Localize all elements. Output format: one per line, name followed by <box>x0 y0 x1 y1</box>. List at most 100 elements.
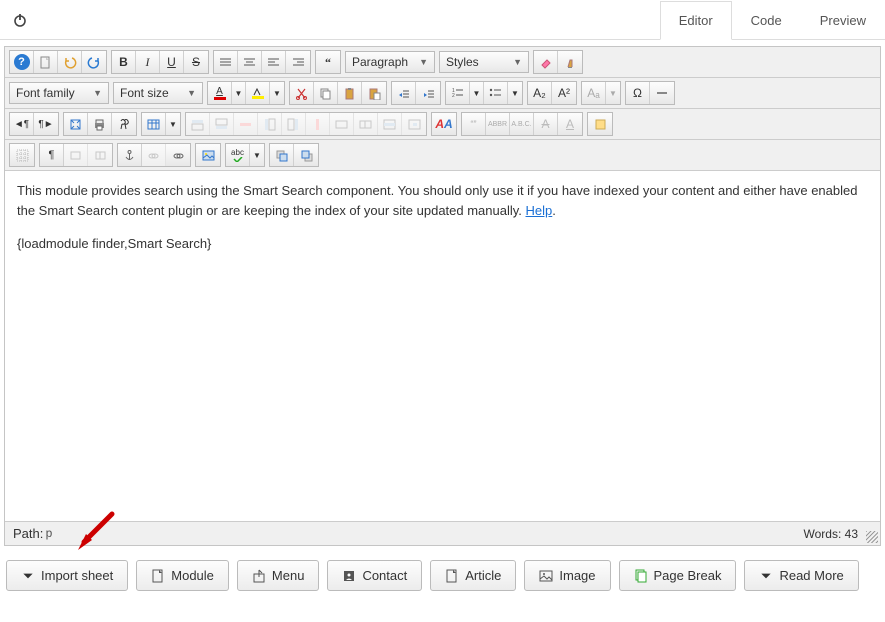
forecolor-icon[interactable]: A <box>208 82 232 104</box>
underline-icon[interactable]: U <box>160 51 184 73</box>
textcase-icon[interactable]: Aₐ <box>582 82 606 104</box>
help-link[interactable]: Help <box>526 203 553 218</box>
split-cells-icon[interactable] <box>354 113 378 135</box>
image-icon[interactable] <box>196 144 220 166</box>
contact-button[interactable]: Contact <box>327 560 422 591</box>
subscript-icon[interactable]: A₂ <box>528 82 552 104</box>
cite-icon[interactable]: “” <box>462 113 486 135</box>
attribs-icon[interactable] <box>588 113 612 135</box>
fullscreen-icon[interactable] <box>64 113 88 135</box>
content-paragraph-1: This module provides search using the Sm… <box>17 181 868 220</box>
undo-icon[interactable] <box>58 51 82 73</box>
numlist-dropdown-icon[interactable]: ▼ <box>470 82 484 104</box>
import-sheet-button[interactable]: Import sheet <box>6 560 128 591</box>
ins-icon[interactable]: A <box>558 113 582 135</box>
bottom-buttons: Import sheet Module Menu Contact Article… <box>0 546 885 605</box>
hr-icon[interactable] <box>650 82 674 104</box>
superscript-icon[interactable]: A² <box>552 82 576 104</box>
copy-icon[interactable] <box>314 82 338 104</box>
format-select[interactable]: Paragraph▼ <box>345 51 435 73</box>
tab-editor[interactable]: Editor <box>660 1 732 40</box>
charmap-icon[interactable]: Ω <box>626 82 650 104</box>
print-icon[interactable] <box>88 113 112 135</box>
power-icon[interactable] <box>0 0 40 40</box>
rtl-icon[interactable]: ¶► <box>34 113 58 135</box>
col-before-icon[interactable] <box>258 113 282 135</box>
search-icon[interactable] <box>112 113 136 135</box>
merge-cells-icon[interactable] <box>330 113 354 135</box>
forecolor-dropdown-icon[interactable]: ▼ <box>232 82 246 104</box>
bullist-icon[interactable] <box>484 82 508 104</box>
read-more-button[interactable]: Read More <box>744 560 858 591</box>
visualchars-icon[interactable] <box>88 144 112 166</box>
numlist-icon[interactable]: 12 <box>446 82 470 104</box>
tab-code[interactable]: Code <box>732 0 801 39</box>
backcolor-dropdown-icon[interactable]: ▼ <box>270 82 284 104</box>
show-blocks-icon[interactable]: ¶ <box>40 144 64 166</box>
redo-icon[interactable] <box>82 51 106 73</box>
table-icon[interactable] <box>142 113 166 135</box>
paste-icon[interactable] <box>338 82 362 104</box>
style-letter-icon[interactable]: AA <box>432 113 456 135</box>
layer-front-icon[interactable] <box>294 144 318 166</box>
backcolor-icon[interactable] <box>246 82 270 104</box>
image-button[interactable]: Image <box>524 560 610 591</box>
textcase-dropdown-icon[interactable]: ▼ <box>606 82 620 104</box>
editor-content[interactable]: This module provides search using the Sm… <box>5 171 880 521</box>
align-center-icon[interactable] <box>238 51 262 73</box>
styles-select[interactable]: Styles▼ <box>439 51 529 73</box>
acronym-icon[interactable]: A.B.C. <box>510 113 534 135</box>
strike-icon[interactable]: S <box>184 51 208 73</box>
cut-icon[interactable] <box>290 82 314 104</box>
outdent-icon[interactable] <box>392 82 416 104</box>
ltr-icon[interactable]: ◄¶ <box>10 113 34 135</box>
cell-props-icon[interactable] <box>402 113 426 135</box>
chevron-down-icon <box>21 569 35 583</box>
newdoc-icon[interactable] <box>34 51 58 73</box>
link-icon[interactable] <box>166 144 190 166</box>
fontsize-select[interactable]: Font size▼ <box>113 82 203 104</box>
eraser-icon[interactable] <box>534 51 558 73</box>
anchor-icon[interactable] <box>118 144 142 166</box>
tab-preview[interactable]: Preview <box>801 0 885 39</box>
row-after-icon[interactable] <box>210 113 234 135</box>
italic-icon[interactable]: I <box>136 51 160 73</box>
bold-icon[interactable]: B <box>112 51 136 73</box>
abbr-icon[interactable]: ABBR <box>486 113 510 135</box>
layer-back-icon[interactable] <box>270 144 294 166</box>
row-delete-icon[interactable] <box>234 113 258 135</box>
col-after-icon[interactable] <box>282 113 306 135</box>
unlink-icon[interactable] <box>142 144 166 166</box>
align-left-icon[interactable] <box>262 51 286 73</box>
image-icon <box>539 569 553 583</box>
toolbar-row-3: ◄¶ ¶► ▼ AA “” ABBR <box>5 109 880 140</box>
spellcheck-icon[interactable]: abc <box>226 144 250 166</box>
cleanup-icon[interactable] <box>558 51 582 73</box>
status-bar: Path: p Words: 43 <box>5 521 880 545</box>
article-button[interactable]: Article <box>430 560 516 591</box>
share-icon <box>252 569 266 583</box>
del-icon[interactable]: A <box>534 113 558 135</box>
path-value[interactable]: p <box>45 527 52 541</box>
nonbreaking-icon[interactable] <box>64 144 88 166</box>
blockquote-icon[interactable]: “ <box>316 51 340 73</box>
indent-icon[interactable] <box>416 82 440 104</box>
visualaid-icon[interactable] <box>10 144 34 166</box>
row-props-icon[interactable] <box>378 113 402 135</box>
page-break-button[interactable]: Page Break <box>619 560 737 591</box>
align-right-icon[interactable] <box>286 51 310 73</box>
help-icon[interactable]: ? <box>10 51 34 73</box>
module-button[interactable]: Module <box>136 560 229 591</box>
menu-button[interactable]: Menu <box>237 560 320 591</box>
file-icon <box>151 569 165 583</box>
col-delete-icon[interactable] <box>306 113 330 135</box>
paste-text-icon[interactable] <box>362 82 386 104</box>
bullist-dropdown-icon[interactable]: ▼ <box>508 82 522 104</box>
spellcheck-dropdown-icon[interactable]: ▼ <box>250 144 264 166</box>
resize-grip-icon[interactable] <box>866 531 878 543</box>
table-dropdown-icon[interactable]: ▼ <box>166 113 180 135</box>
fontfamily-select[interactable]: Font family▼ <box>9 82 109 104</box>
align-justify-icon[interactable] <box>214 51 238 73</box>
content-paragraph-2: {loadmodule finder,Smart Search} <box>17 234 868 254</box>
row-before-icon[interactable] <box>186 113 210 135</box>
